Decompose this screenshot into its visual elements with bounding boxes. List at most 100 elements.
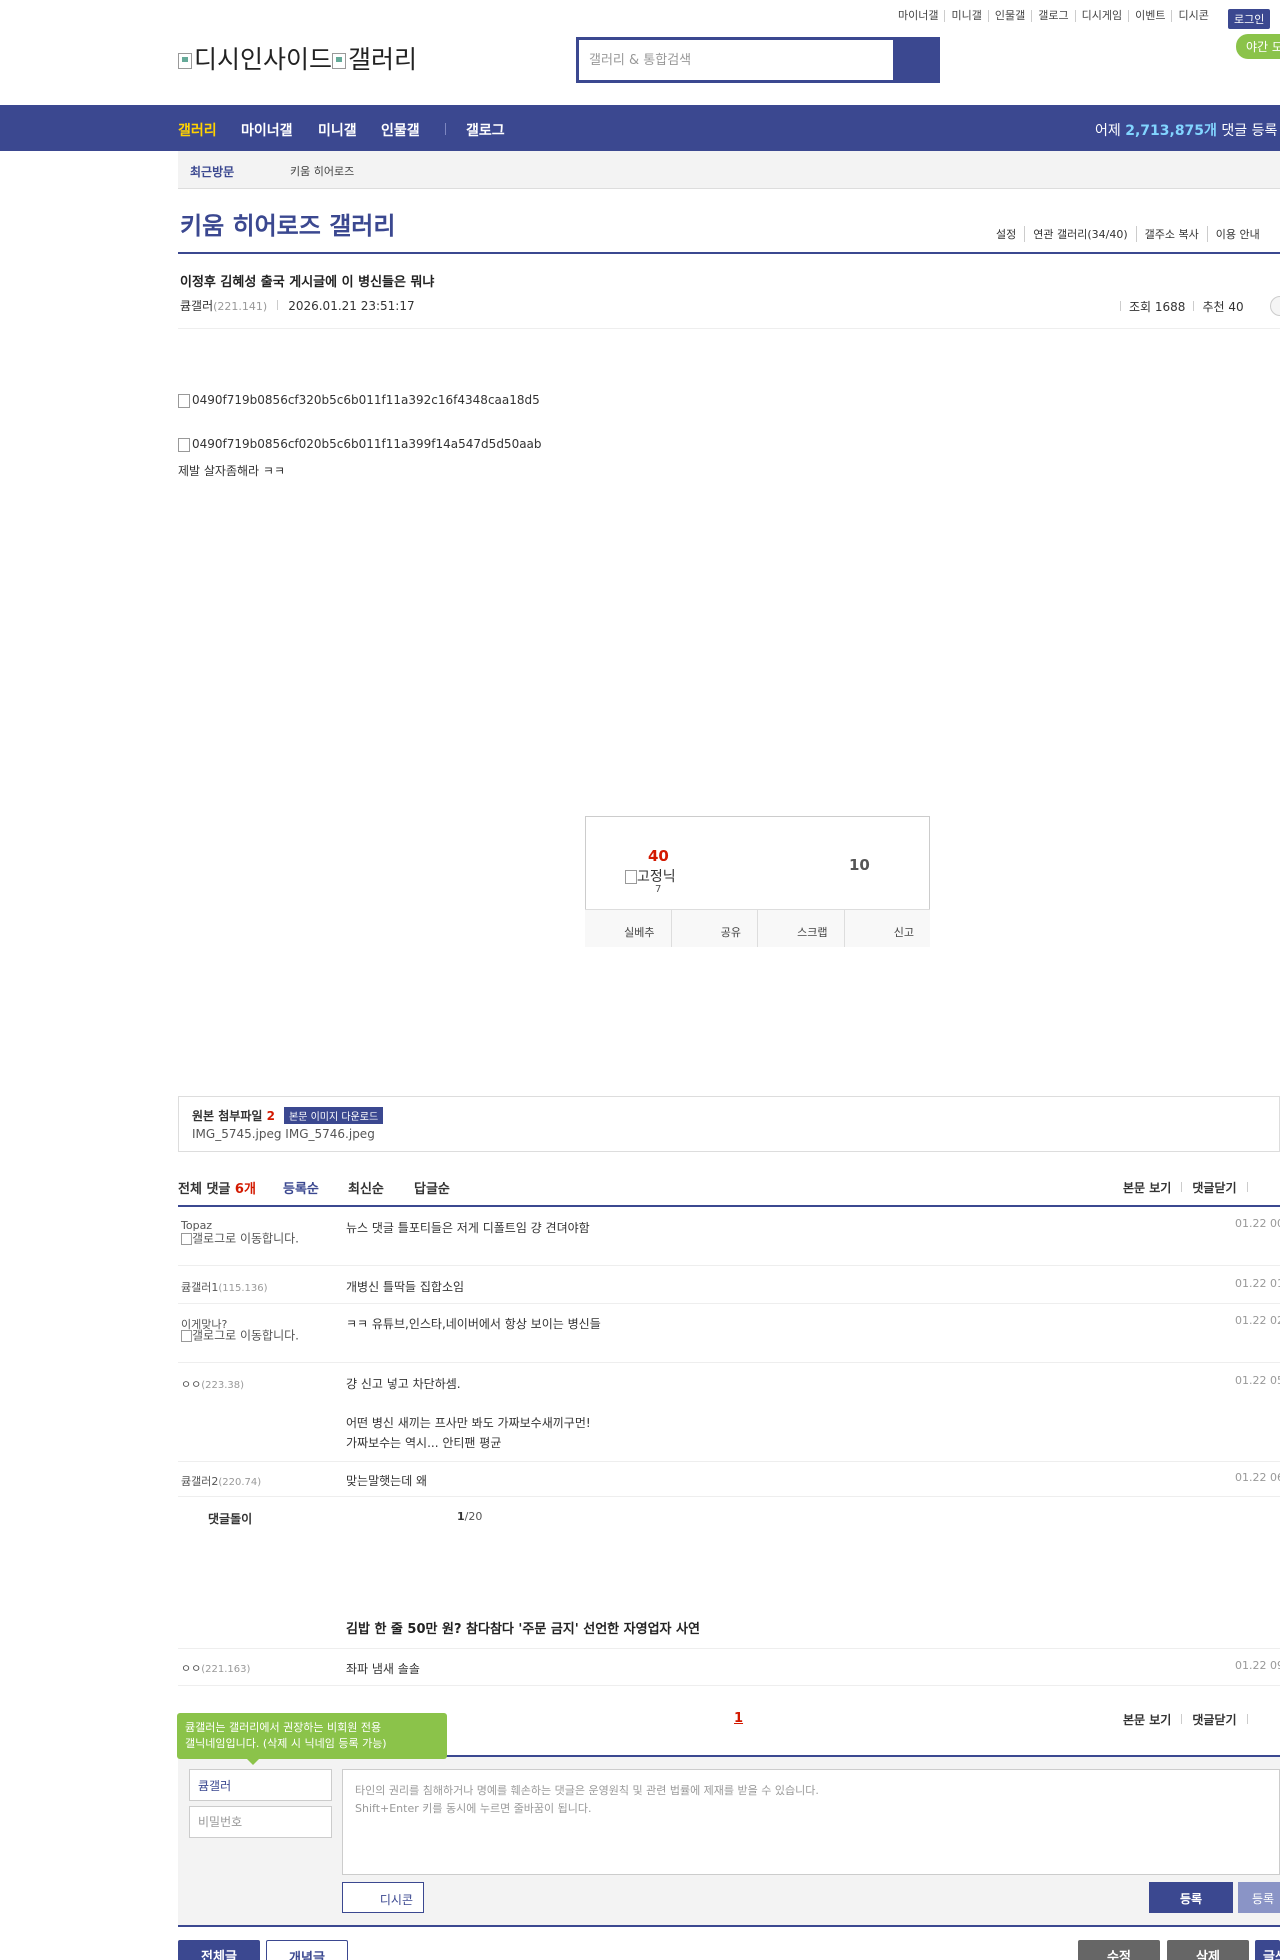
fixed-nick-upvote[interactable]: 고정닉 [625, 866, 676, 886]
search-input[interactable] [579, 40, 893, 80]
gnb-item-gallery[interactable]: 갤러리 [178, 120, 217, 140]
gallog-link-icon[interactable]: 갤로그로 이동합니다. [181, 1233, 306, 1245]
top-link-gallog[interactable]: 갤로그 [1031, 10, 1074, 22]
top-link-minor[interactable]: 마이너갤 [892, 10, 944, 22]
usage-guide-link[interactable]: 이용 안내 [1206, 226, 1268, 242]
attachment-files[interactable]: IMG_5745.jpeg IMG_5746.jpeg [192, 1127, 375, 1141]
edit-post-button[interactable]: 수정 [1078, 1940, 1160, 1960]
close-comments-button[interactable]: 댓글닫기 [1192, 1181, 1236, 1195]
post-image-1[interactable]: 0490f719b0856cf320b5c6b011f11a392c16f434… [178, 393, 540, 408]
share-button[interactable]: 공유 [670, 910, 758, 947]
recent-visit-item[interactable]: 키움 히어로즈 [290, 163, 354, 179]
nickname-input[interactable] [189, 1769, 332, 1801]
delete-post-button[interactable]: 삭제 [1167, 1940, 1249, 1960]
broken-image-icon [178, 53, 192, 69]
comment-author[interactable]: ㅇㅇ(221.163) [181, 1660, 250, 1676]
login-button[interactable]: 로그인 [1228, 9, 1271, 29]
comment-dolgi-label: 댓글돌이 [208, 1512, 253, 1526]
sort-by-latest[interactable]: 최신순 [348, 1178, 384, 1197]
search-button[interactable] [893, 40, 937, 80]
view-body-button[interactable]: 본문 보기 [1123, 1181, 1171, 1195]
attachment-count: 2 [266, 1109, 275, 1123]
recent-visit-title[interactable]: 최근방문 [190, 163, 234, 180]
gallog-alt: 갤로그로 이동합니다. [192, 1328, 299, 1343]
comment-date: 01.22 06: [1235, 1471, 1280, 1484]
more-options-icon[interactable] [1270, 296, 1280, 316]
comment-submit-alt-button[interactable]: 등록 [1238, 1882, 1280, 1913]
write-post-button[interactable]: 글쓰기 [1255, 1940, 1280, 1960]
report-button[interactable]: 신고 [843, 910, 931, 947]
post-recommend: 추천 40 [1202, 300, 1244, 314]
gallog-link-icon[interactable]: 갤로그로 이동합니다. [181, 1330, 306, 1342]
broken-image-icon [178, 393, 190, 408]
post-author-nick[interactable]: 큠갤러 [180, 299, 213, 313]
close-comments-button[interactable]: 댓글닫기 [1192, 1713, 1236, 1727]
broken-image-icon [625, 870, 637, 884]
best-recommend-button[interactable]: 실베추 [585, 910, 671, 947]
top-link-person[interactable]: 인물갤 [987, 10, 1031, 22]
site-logo[interactable]: 디시인사이드 갤러리 [178, 40, 417, 76]
broken-image-icon [332, 53, 347, 69]
search-bar [576, 37, 940, 83]
view-body-button[interactable]: 본문 보기 [1123, 1713, 1171, 1727]
copy-address-link[interactable]: 갤주소 복사 [1135, 226, 1207, 242]
password-input[interactable] [189, 1806, 332, 1838]
gallery-settings-link[interactable]: 설정 [988, 226, 1024, 242]
news-headline[interactable]: 김밥 한 줄 50만 원? 참다참다 '주문 금지' 선언한 자영업자 사연 [346, 1618, 700, 1637]
recommended-posts-button[interactable]: 개념글 [266, 1940, 348, 1960]
bottom-divider [178, 1925, 1280, 1927]
dolgi-page-total: /20 [464, 1510, 483, 1523]
comment-textarea[interactable]: 타인의 권리를 침해하거나 명예를 훼손하는 댓글은 운영원칙 및 관련 법률에… [342, 1769, 1280, 1875]
attachment-title-text: 원본 첨부파일 [192, 1109, 263, 1123]
comment-text: 좌파 냄새 솔솔 [346, 1662, 420, 1676]
comment-nick[interactable]: Topaz [181, 1219, 212, 1232]
top-link-game[interactable]: 디시게임 [1074, 10, 1128, 22]
comment-divider [178, 1496, 1280, 1497]
comment-nick[interactable]: 큠갤러2 [181, 1475, 218, 1488]
tooltip-line-2: 갤닉네임입니다. (삭제 시 닉네임 등록 가능) [185, 1737, 387, 1750]
scrap-button[interactable]: 스크랩 [757, 910, 844, 947]
top-link-mini[interactable]: 미니갤 [944, 10, 987, 22]
gallery-title[interactable]: 키움 히어로즈 갤러리 [180, 206, 395, 241]
sort-by-replies[interactable]: 답글순 [414, 1178, 450, 1197]
comment-divider [178, 1648, 1280, 1649]
post-author-ip: (221.141) [213, 300, 268, 313]
fixed-nick-alt: 고정닉 [637, 869, 676, 885]
broken-image-icon [181, 1233, 192, 1245]
comment-date: 01.22 09: [1235, 1659, 1280, 1672]
comment-nick[interactable]: ㅇㅇ [181, 1662, 201, 1675]
all-posts-button[interactable]: 전체글 [178, 1940, 260, 1960]
comment-author[interactable]: ㅇㅇ(223.38) [181, 1376, 244, 1392]
comment-author[interactable]: 큠갤러2(220.74) [181, 1473, 261, 1489]
attachment-title: 원본 첨부파일 2 [192, 1107, 275, 1124]
gnb-item-minor[interactable]: 마이너갤 [241, 120, 293, 140]
comment-page-1[interactable]: 1 [734, 1711, 743, 1726]
title-divider [178, 252, 1280, 254]
comment-ip: (223.38) [201, 1380, 245, 1391]
downvote-count[interactable]: 10 [849, 856, 870, 874]
count-prefix: 어제 [1095, 123, 1126, 139]
comment-text-line-2: 어떤 병신 새끼는 프사만 봐도 가짜보수새끼구먼! [346, 1416, 591, 1430]
download-images-button[interactable]: 본문 이미지 다운로드 [284, 1107, 384, 1124]
top-link-dccon[interactable]: 디시콘 [1171, 10, 1214, 22]
gnb-item-person[interactable]: 인물갤 [381, 120, 420, 140]
comment-text: 걍 신고 넣고 차단하셈. [346, 1377, 461, 1391]
related-gallery-link[interactable]: 연관 갤러리(34/40) [1024, 226, 1135, 242]
comment-author[interactable]: 큠갤러1(115.136) [181, 1279, 268, 1295]
comment-nick[interactable]: 큠갤러1 [181, 1281, 218, 1294]
comment-text-line-3: 가짜보수는 역시... 안티팬 평균 [346, 1436, 502, 1450]
upvote-count[interactable]: 40 [648, 847, 669, 865]
comment-nick[interactable]: ㅇㅇ [181, 1378, 201, 1391]
comment-ip: (115.136) [218, 1283, 268, 1294]
gnb-item-mini[interactable]: 미니갤 [318, 120, 357, 140]
sort-by-register[interactable]: 등록순 [283, 1178, 319, 1197]
comment-total-count: 6개 [234, 1182, 256, 1197]
post-image-2[interactable]: 0490f719b0856cf020b5c6b011f11a399f14a547… [178, 437, 542, 452]
comment-total-label: 전체 댓글 [178, 1182, 231, 1197]
dccon-button[interactable]: 디시콘 [342, 1882, 424, 1913]
comment-submit-button[interactable]: 등록 [1149, 1882, 1233, 1913]
gnb-item-gallog[interactable]: 갤로그 [466, 120, 505, 140]
count-value: 2,713,875개 [1125, 123, 1217, 139]
night-mode-button[interactable]: 야간 모드 [1236, 34, 1280, 59]
top-link-event[interactable]: 이벤트 [1128, 10, 1171, 22]
